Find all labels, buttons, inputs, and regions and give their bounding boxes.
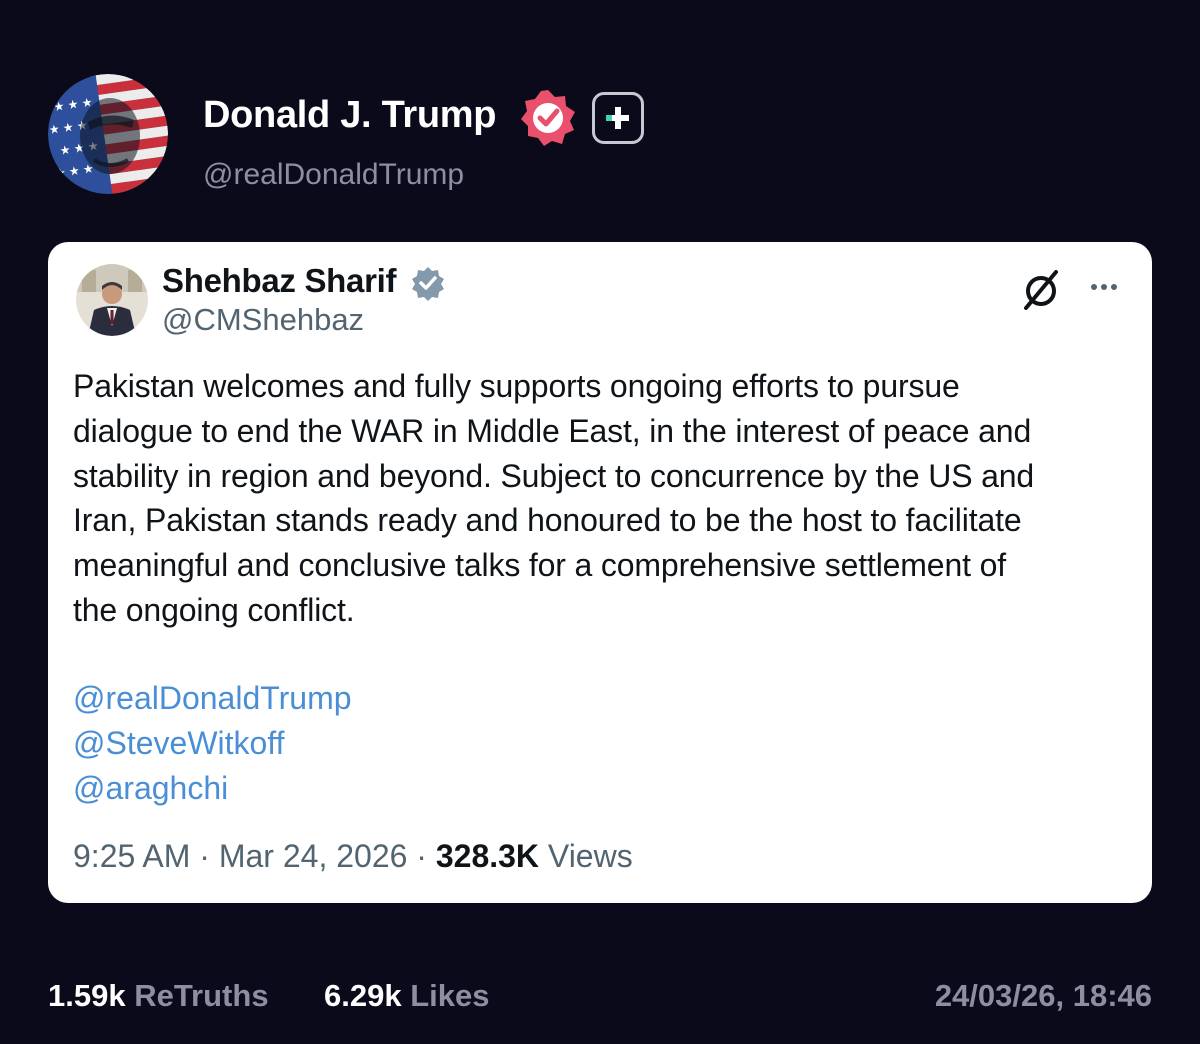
body-line: dialogue to end the WAR in Middle East, … [73, 412, 1032, 449]
truth-post: ★ ★ ★ ★ ★ ★ ★ ★ ★ ★ ★ ★ Donald J. Trump [0, 0, 1200, 1044]
quoted-post-card[interactable]: Shehbaz Sharif @CMShehbaz Pakistan welco… [48, 242, 1152, 903]
retruths-count: 1.59k [48, 978, 126, 1013]
author-handle[interactable]: @realDonaldTrump [203, 158, 464, 192]
author-name[interactable]: Donald J. Trump [203, 94, 497, 137]
author-avatar[interactable]: ★ ★ ★ ★ ★ ★ ★ ★ ★ ★ ★ ★ [48, 74, 168, 194]
meta-separator: · [199, 838, 210, 874]
grok-icon[interactable] [1018, 266, 1064, 312]
quoted-author-name[interactable]: Shehbaz Sharif [162, 262, 396, 300]
quoted-author-handle[interactable]: @CMShehbaz [162, 302, 364, 338]
mention-link[interactable]: @SteveWitkoff [73, 721, 352, 766]
post-time[interactable]: 9:25 AM [73, 838, 190, 874]
post-date[interactable]: Mar 24, 2026 [219, 838, 408, 874]
body-line: Pakistan welcomes and fully supports ong… [73, 368, 960, 404]
mentions-list: @realDonaldTrump @SteveWitkoff @araghchi [73, 676, 352, 810]
mention-link[interactable]: @araghchi [73, 766, 352, 811]
meta-separator: · [416, 838, 427, 874]
more-options-icon[interactable] [1084, 272, 1124, 302]
quoted-post-body: Pakistan welcomes and fully supports ong… [73, 364, 1133, 633]
retruths-label: ReTruths [134, 978, 269, 1013]
body-line: meaningful and conclusive talks for a co… [73, 547, 1006, 584]
quoted-post-meta: 9:25 AM · Mar 24, 2026 · 328.3K Views [73, 838, 633, 875]
retruths-stat[interactable]: 1.59k ReTruths [48, 978, 269, 1014]
quoted-verified-icon [410, 265, 446, 301]
post-timestamp: 24/03/26, 18:46 [934, 978, 1152, 1013]
verified-badge-icon [518, 88, 578, 148]
body-line: stability in region and beyond. Subject … [73, 457, 1035, 494]
views-count: 328.3K [435, 838, 540, 874]
body-line: Iran, Pakistan stands ready and honoured… [73, 502, 1022, 539]
plus-badge-icon [592, 92, 644, 144]
likes-count: 6.29k [324, 978, 402, 1013]
likes-stat[interactable]: 6.29k Likes [324, 978, 489, 1014]
body-line: the ongoing conflict. [73, 591, 355, 628]
mention-link[interactable]: @realDonaldTrump [73, 676, 352, 721]
views-label: Views [547, 838, 633, 874]
likes-label: Likes [410, 978, 490, 1013]
quoted-author-avatar[interactable] [76, 264, 148, 336]
